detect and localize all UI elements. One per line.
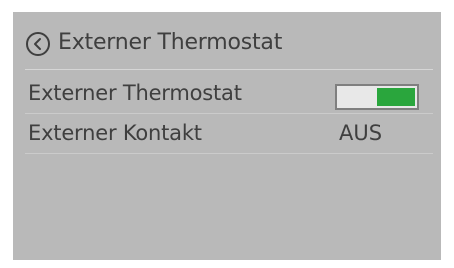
row-divider [25,113,433,114]
setting-label-external-contact: Externer Kontakt [28,121,202,145]
external-thermostat-toggle[interactable] [335,84,419,110]
header-divider [25,69,433,70]
row-divider [25,153,433,154]
chevron-left-circle-icon [26,32,50,56]
back-icon[interactable] [25,31,51,57]
thermostat-screen: Externer Thermostat Externer Thermostat … [13,12,441,260]
header: Externer Thermostat [13,12,441,70]
page-title: Externer Thermostat [58,30,283,55]
setting-label-external-thermostat: Externer Thermostat [28,81,242,105]
toggle-on-indicator [377,88,415,106]
external-contact-value: AUS [339,121,383,145]
